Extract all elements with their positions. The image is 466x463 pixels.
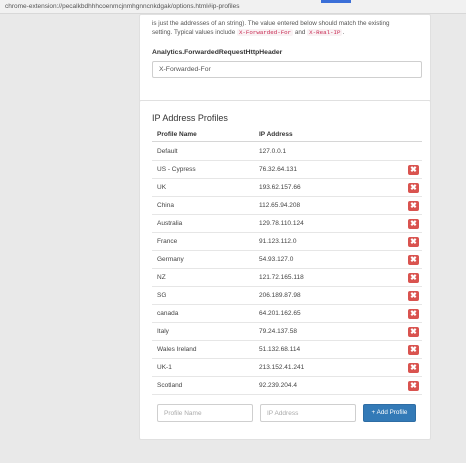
delete-profile-button[interactable]: ✖	[408, 345, 419, 355]
table-row: Germany 54.93.127.0 ✖	[152, 251, 422, 269]
profile-name-cell: Germany	[157, 256, 184, 263]
column-header-ip: IP Address	[259, 131, 293, 138]
table-row: US - Cypress 76.32.64.131 ✖	[152, 161, 422, 179]
add-profile-button[interactable]: + Add Profile	[363, 404, 416, 422]
delete-profile-button[interactable]: ✖	[408, 381, 419, 391]
delete-profile-button[interactable]: ✖	[408, 237, 419, 247]
ip-address-cell: 64.201.162.65	[259, 310, 301, 317]
profile-name-cell: US - Cypress	[157, 166, 196, 173]
profile-name-input[interactable]	[157, 404, 253, 422]
table-row: SG 206.189.87.98 ✖	[152, 287, 422, 305]
ip-address-cell: 51.132.68.114	[259, 346, 301, 353]
delete-profile-button[interactable]: ✖	[408, 327, 419, 337]
forwarded-header-panel: is just the addresses of an string). The…	[139, 14, 431, 110]
table-row: France 91.123.112.0 ✖	[152, 233, 422, 251]
ip-address-cell: 213.152.41.241	[259, 364, 305, 371]
ip-address-cell: 79.24.137.58	[259, 328, 297, 335]
description-line-1: is just the addresses of an string). The…	[152, 20, 390, 27]
table-row: Australia 129.78.110.124 ✖	[152, 215, 422, 233]
close-icon: ✖	[410, 255, 417, 264]
code-x-real-ip: X-Real-IP	[307, 29, 343, 36]
table-row: Default 127.0.0.1	[152, 143, 422, 161]
delete-profile-button[interactable]: ✖	[408, 255, 419, 265]
close-icon: ✖	[410, 291, 417, 300]
profile-name-cell: Scotland	[157, 382, 183, 389]
section-title: IP Address Profiles	[152, 113, 228, 123]
delete-profile-button[interactable]: ✖	[408, 291, 419, 301]
ip-address-cell: 206.189.87.98	[259, 292, 301, 299]
address-bar[interactable]: chrome-extension://pecalkbdhhhcoenmcjnmh…	[0, 0, 466, 14]
profile-name-cell: UK-1	[157, 364, 172, 371]
profile-name-cell: China	[157, 202, 174, 209]
profile-name-cell: UK	[157, 184, 167, 191]
close-icon: ✖	[410, 309, 417, 318]
profile-name-cell: Italy	[157, 328, 169, 335]
column-header-name: Profile Name	[157, 131, 197, 138]
ip-address-cell: 91.123.112.0	[259, 238, 297, 245]
profile-name-cell: Wales Ireland	[157, 346, 197, 353]
address-url: chrome-extension://pecalkbdhhhcoenmcjnmh…	[5, 3, 240, 10]
profile-name-cell: Australia	[157, 220, 183, 227]
ip-address-cell: 92.239.204.4	[259, 382, 297, 389]
table-row: NZ 121.72.165.118 ✖	[152, 269, 422, 287]
table-row: Scotland 92.239.204.4 ✖	[152, 377, 422, 395]
and-text: and	[294, 29, 306, 36]
delete-profile-button[interactable]: ✖	[408, 183, 419, 193]
close-icon: ✖	[410, 381, 417, 390]
close-icon: ✖	[410, 219, 417, 228]
ip-address-cell: 193.62.157.66	[259, 184, 301, 191]
close-icon: ✖	[410, 237, 417, 246]
profile-name-cell: NZ	[157, 274, 166, 281]
profile-name-cell: Default	[157, 148, 178, 155]
table-row: Italy 79.24.137.58 ✖	[152, 323, 422, 341]
description-line-2: setting. Typical values include	[152, 29, 236, 36]
profile-name-cell: France	[157, 238, 178, 245]
profile-name-cell: SG	[157, 292, 167, 299]
delete-profile-button[interactable]: ✖	[408, 219, 419, 229]
table-row: Wales Ireland 51.132.68.114 ✖	[152, 341, 422, 359]
ip-address-cell: 76.32.64.131	[259, 166, 297, 173]
forwarded-header-description: is just the addresses of an string). The…	[152, 19, 422, 37]
description-end: .	[342, 29, 345, 36]
delete-profile-button[interactable]: ✖	[408, 165, 419, 175]
ip-address-cell: 112.65.94.208	[259, 202, 301, 209]
close-icon: ✖	[410, 165, 417, 174]
close-icon: ✖	[410, 363, 417, 372]
table-row: canada 64.201.162.65 ✖	[152, 305, 422, 323]
table-row: China 112.65.94.208 ✖	[152, 197, 422, 215]
forwarded-header-value: X-Forwarded-For	[159, 66, 211, 73]
delete-profile-button[interactable]: ✖	[408, 309, 419, 319]
add-profile-row: + Add Profile	[152, 404, 422, 424]
ip-address-cell: 129.78.110.124	[259, 220, 304, 227]
profile-name-cell: canada	[157, 310, 179, 317]
ip-address-cell: 121.72.165.118	[259, 274, 304, 281]
ip-address-cell: 127.0.0.1	[259, 148, 287, 155]
table-row: UK 193.62.157.66 ✖	[152, 179, 422, 197]
table-header-divider	[152, 141, 422, 142]
close-icon: ✖	[410, 273, 417, 282]
ip-address-input[interactable]	[260, 404, 356, 422]
delete-profile-button[interactable]: ✖	[408, 201, 419, 211]
delete-profile-button[interactable]: ✖	[408, 363, 419, 373]
tab-indicator	[321, 0, 351, 3]
table-row: UK-1 213.152.41.241 ✖	[152, 359, 422, 377]
close-icon: ✖	[410, 201, 417, 210]
delete-profile-button[interactable]: ✖	[408, 273, 419, 283]
forwarded-header-label: Analytics.ForwardedRequestHttpHeader	[152, 49, 283, 56]
close-icon: ✖	[410, 327, 417, 336]
close-icon: ✖	[410, 183, 417, 192]
ip-profiles-panel: IP Address Profiles Profile Name IP Addr…	[139, 100, 431, 440]
close-icon: ✖	[410, 345, 417, 354]
forwarded-header-input[interactable]: X-Forwarded-For	[152, 61, 422, 78]
ip-address-cell: 54.93.127.0	[259, 256, 294, 263]
code-x-forwarded-for: X-Forwarded-For	[236, 29, 294, 36]
